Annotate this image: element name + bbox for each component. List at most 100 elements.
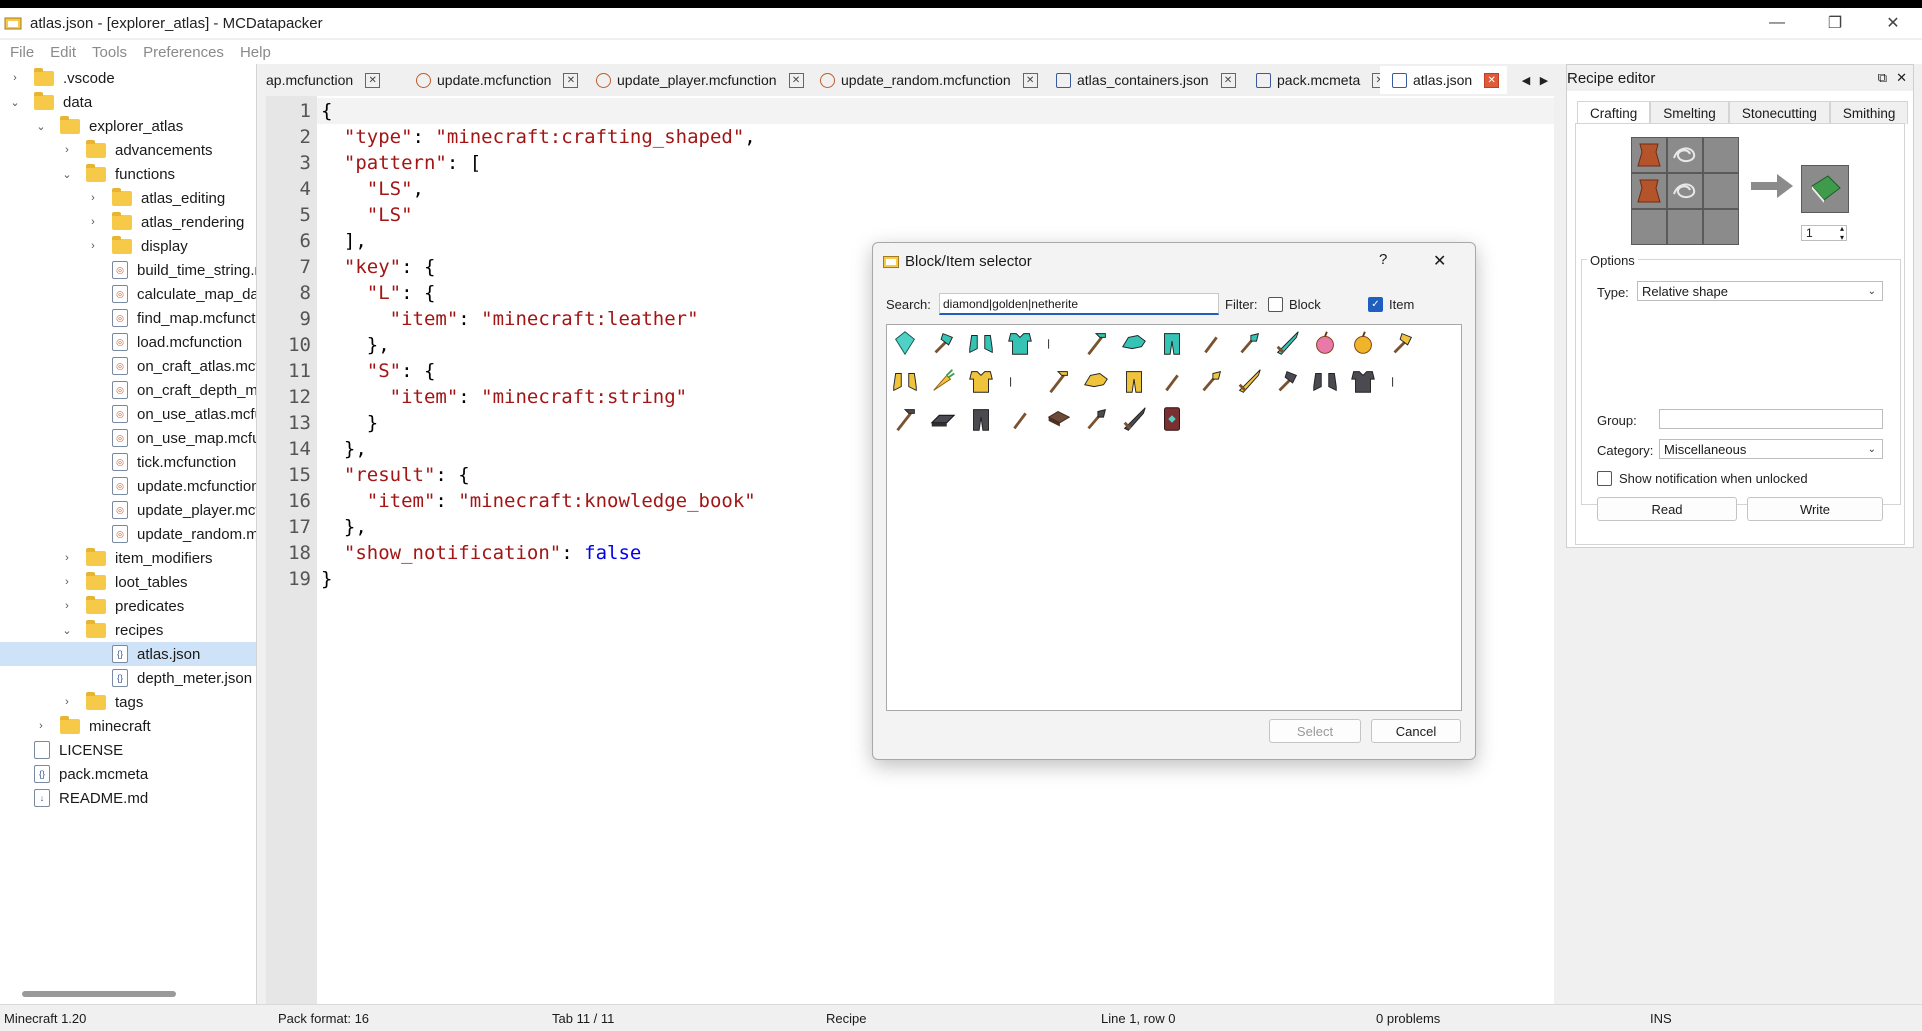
- tree-row[interactable]: ◎ on_use_atlas.mcfunc: [0, 402, 256, 426]
- netherite-ingot-icon[interactable]: [927, 403, 959, 435]
- result-slot[interactable]: [1801, 165, 1849, 213]
- result-count-spinbox[interactable]: 1 ▴ ▾: [1801, 224, 1847, 242]
- diamond-hoe-icon[interactable]: [1080, 327, 1112, 359]
- close-tab-icon[interactable]: ✕: [365, 72, 381, 88]
- close-tab-icon[interactable]: ✕: [563, 72, 579, 88]
- code-line[interactable]: "item": "minecraft:string": [321, 386, 687, 408]
- close-dialog-button[interactable]: ✕: [1433, 251, 1446, 271]
- editor-tab[interactable]: pack.mcmeta✕: [1244, 66, 1395, 94]
- tree-row[interactable]: ⌄ recipes: [0, 618, 256, 642]
- code-line[interactable]: "item": "minecraft:knowledge_book": [321, 490, 756, 512]
- chevron-right-icon[interactable]: ›: [60, 575, 74, 589]
- crafting-slot-8[interactable]: [1667, 209, 1703, 245]
- tab-stonecutting[interactable]: Stonecutting: [1728, 101, 1830, 124]
- tree-horizontal-scrollbar[interactable]: [22, 991, 176, 997]
- select-button[interactable]: Select: [1269, 719, 1361, 743]
- code-line[interactable]: }: [321, 568, 332, 590]
- code-line[interactable]: "LS",: [321, 178, 424, 200]
- crafting-slot-5[interactable]: [1667, 173, 1703, 209]
- spin-arrows-icon[interactable]: ▴ ▾: [1840, 224, 1844, 242]
- diamond-boots-icon[interactable]: [965, 327, 997, 359]
- code-line[interactable]: },: [321, 438, 367, 460]
- code-line[interactable]: "S": {: [321, 360, 436, 382]
- tree-row[interactable]: › predicates: [0, 594, 256, 618]
- editor-tab[interactable]: atlas.json ✕: [1380, 66, 1508, 94]
- code-line[interactable]: {: [321, 100, 332, 122]
- code-line[interactable]: ],: [321, 230, 367, 252]
- chevron-right-icon[interactable]: ›: [60, 695, 74, 709]
- tree-row[interactable]: ◎ update_player.mcfu: [0, 498, 256, 522]
- menu-edit[interactable]: Edit: [50, 44, 76, 61]
- close-panel-icon[interactable]: ✕: [1896, 70, 1907, 86]
- editor-tab[interactable]: update_player.mcfunction ✕: [584, 66, 812, 94]
- tab-smelting[interactable]: Smelting: [1650, 101, 1729, 124]
- chevron-right-icon[interactable]: ›: [86, 239, 100, 253]
- tree-row[interactable]: › loot_tables: [0, 570, 256, 594]
- code-line[interactable]: }: [321, 412, 378, 434]
- tree-row[interactable]: ◎ on_craft_depth_met: [0, 378, 256, 402]
- golden-boots-icon[interactable]: [889, 365, 921, 397]
- tree-row[interactable]: ◎ load.mcfunction: [0, 330, 256, 354]
- diamond-horse-armor-icon[interactable]: [1118, 327, 1150, 359]
- golden-hoe-icon[interactable]: [1042, 365, 1074, 397]
- crafting-slot-4[interactable]: [1631, 173, 1667, 209]
- diamond-pickaxe-icon[interactable]: [1195, 327, 1227, 359]
- golden-axe-icon[interactable]: [1386, 327, 1418, 359]
- tree-row[interactable]: › tags: [0, 690, 256, 714]
- minimize-button[interactable]: —: [1748, 8, 1806, 38]
- tree-row[interactable]: › .vscode: [0, 66, 256, 90]
- crafting-slot-1[interactable]: [1631, 137, 1667, 173]
- menu-help[interactable]: Help: [240, 44, 271, 61]
- tree-row[interactable]: ◎ update_random.mc: [0, 522, 256, 546]
- tree-row[interactable]: ⌄ data: [0, 90, 256, 114]
- chevron-down-icon[interactable]: ⌄: [34, 119, 48, 133]
- editor-tab[interactable]: update.mcfunction ✕: [404, 66, 586, 94]
- chevron-right-icon[interactable]: ›: [8, 71, 22, 85]
- editor-tab[interactable]: ap.mcfunction ✕: [266, 66, 388, 94]
- tree-row[interactable]: ◎ update.mcfunction: [0, 474, 256, 498]
- tree-row[interactable]: {} atlas.json: [0, 642, 256, 666]
- netherite-upgrade-template-icon[interactable]: [1156, 403, 1188, 435]
- block-filter-checkbox[interactable]: [1268, 297, 1283, 312]
- item-filter-checkbox[interactable]: ✓: [1368, 297, 1383, 312]
- netherite-axe-icon[interactable]: [1271, 365, 1303, 397]
- code-line[interactable]: "type": "minecraft:crafting_shaped",: [321, 126, 756, 148]
- netherite-chestplate-icon[interactable]: [1347, 365, 1379, 397]
- close-tab-icon[interactable]: ✕: [1220, 72, 1236, 88]
- tab-smithing[interactable]: Smithing: [1829, 101, 1909, 124]
- tree-row[interactable]: ◎ calculate_map_data: [0, 282, 256, 306]
- tree-row[interactable]: ↓ README.md: [0, 786, 256, 810]
- golden-sword-icon[interactable]: [1233, 365, 1265, 397]
- golden-helmet-icon[interactable]: [1004, 365, 1036, 397]
- type-combobox[interactable]: Relative shape ⌄: [1637, 281, 1883, 301]
- menu-tools[interactable]: Tools: [92, 44, 127, 61]
- diamond-helmet-icon[interactable]: [1042, 327, 1074, 359]
- close-tab-icon[interactable]: ✕: [1484, 72, 1500, 88]
- tab-scroll-left-button[interactable]: ◀: [1518, 70, 1534, 90]
- code-line[interactable]: },: [321, 516, 367, 538]
- tab-scroll-right-button[interactable]: ▶: [1536, 70, 1552, 90]
- crafting-slot-7[interactable]: [1631, 209, 1667, 245]
- tree-row[interactable]: {} depth_meter.json: [0, 666, 256, 690]
- diamond-sword-icon[interactable]: [1271, 327, 1303, 359]
- netherite-shovel-icon[interactable]: [1080, 403, 1112, 435]
- golden-horse-armor-icon[interactable]: [1080, 365, 1112, 397]
- chevron-down-icon[interactable]: ⌄: [60, 623, 74, 637]
- close-window-button[interactable]: ✕: [1864, 8, 1922, 38]
- chevron-right-icon[interactable]: ›: [86, 215, 100, 229]
- item-grid[interactable]: [886, 324, 1462, 711]
- show-notification-checkbox[interactable]: [1597, 471, 1612, 486]
- tab-crafting[interactable]: Crafting: [1577, 101, 1651, 124]
- tree-row[interactable]: ◎ on_use_map.mcfunct: [0, 426, 256, 450]
- read-button[interactable]: Read: [1597, 497, 1737, 521]
- code-line[interactable]: "show_notification": false: [321, 542, 641, 564]
- golden-pickaxe-icon[interactable]: [1156, 365, 1188, 397]
- code-line[interactable]: },: [321, 334, 390, 356]
- chevron-right-icon[interactable]: ›: [60, 551, 74, 565]
- tree-row[interactable]: ⌄ explorer_atlas: [0, 114, 256, 138]
- diamond-chestplate-icon[interactable]: [1004, 327, 1036, 359]
- chevron-right-icon[interactable]: ›: [86, 191, 100, 205]
- tree-row[interactable]: ◎ on_craft_atlas.mcfur: [0, 354, 256, 378]
- tree-row[interactable]: › atlas_rendering: [0, 210, 256, 234]
- close-tab-icon[interactable]: ✕: [1022, 72, 1038, 88]
